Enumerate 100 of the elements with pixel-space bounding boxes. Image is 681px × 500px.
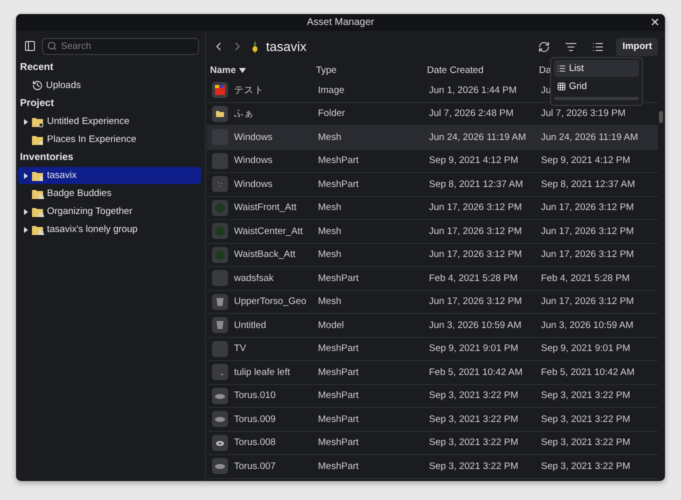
table-row[interactable]: tulip leafe left MeshPart Feb 5, 2021 10:42 AM Feb 5, 2021 10:42 AM	[207, 361, 658, 384]
table-cell-text: Sep 3, 2021 3:22 PM	[541, 437, 632, 448]
asset-name: TV	[234, 343, 246, 354]
table-cell-text: Sep 9, 2021 9:01 PM	[541, 343, 632, 354]
folder-icon	[32, 206, 44, 218]
asset-type: Folder	[318, 108, 346, 120]
scrollbar-thumb[interactable]	[659, 111, 663, 123]
tree-icon	[250, 40, 260, 54]
date-created: Sep 3, 2021 3:22 PM	[429, 414, 520, 425]
table-row[interactable]: TV MeshPart Sep 9, 2021 9:01 PM Sep 9, 2021 9:01 PM	[207, 338, 658, 361]
asset-type: MeshPart	[318, 343, 360, 354]
section-title: Inventories	[19, 151, 74, 165]
sidebar-item[interactable]: Badge Buddies	[18, 185, 201, 202]
table-row[interactable]: Windows MeshPart Sep 8, 2021 12:37 AM Sep 8, 2021 12:37 AM	[207, 173, 658, 196]
sidebar-item[interactable]: Places In Experience	[18, 131, 201, 148]
thumbnail-icon	[212, 270, 228, 286]
close-icon[interactable]	[651, 18, 659, 26]
table-row[interactable]: Torus.008 MeshPart Sep 3, 2021 3:22 PM Sep 3, 2021 3:22 PM	[207, 432, 658, 455]
thumbnail-icon	[212, 388, 228, 404]
thumbnail-icon	[212, 458, 228, 474]
search-field[interactable]: Search	[42, 38, 199, 54]
table-row[interactable]: Windows MeshPart Sep 9, 2021 4:12 PM Sep 9, 2021 4:12 PM	[207, 150, 658, 173]
asset-name: Torus.010	[234, 390, 276, 402]
table-cell-text: Jun 17, 2026 3:12 PM	[541, 296, 635, 308]
sidebar-item[interactable]: Untitled Experience	[18, 113, 201, 130]
date-created: Jul 7, 2026 2:48 PM	[429, 108, 514, 120]
date-created: Sep 3, 2021 3:22 PM	[429, 437, 520, 448]
table-row[interactable]: UpperTorso_Geo Mesh Jun 17, 2026 3:12 PM Jun 17, 2026 3:12 PM	[207, 290, 658, 314]
sidebar-item[interactable]: tasavix	[18, 167, 201, 184]
asset-name: UpperTorso_Geo	[234, 296, 306, 308]
thumbnail-icon	[212, 411, 228, 428]
import-button[interactable]: Import	[616, 38, 658, 56]
thumbnail-icon	[212, 246, 228, 263]
folder-icon	[32, 224, 44, 236]
asset-type: Image	[318, 84, 346, 96]
column-header[interactable]: Name	[210, 65, 316, 76]
asset-name: Windows	[234, 155, 273, 166]
asset-name: wadsfsak	[234, 272, 274, 284]
date-created: Sep 9, 2021 4:12 PM	[429, 155, 520, 166]
date-created: Jun 17, 2026 3:12 PM	[429, 249, 523, 260]
section-title: Recent	[19, 61, 54, 75]
refresh-button[interactable]	[538, 40, 550, 52]
asset-type: MeshPart	[318, 390, 360, 402]
table-row[interactable]: WaistBack_Att Mesh Jun 17, 2026 3:12 PM Jun 17, 2026 3:12 PM	[207, 244, 658, 267]
asset-type: Mesh	[318, 226, 342, 237]
search-icon	[47, 40, 57, 50]
expand-caret-icon[interactable]	[23, 208, 29, 214]
sidebar-item[interactable]: Uploads	[18, 77, 201, 94]
folder-icon	[32, 170, 44, 182]
asset-type: Model	[318, 320, 345, 331]
table-row[interactable]: WaistCenter_Att Mesh Jun 17, 2026 3:12 PM Jun 17, 2026 3:12 PM	[207, 220, 658, 244]
sidebar-item[interactable]: tasavix's lonely group	[18, 221, 201, 238]
expand-caret-icon[interactable]	[23, 172, 29, 178]
table-row[interactable]: Untitled Model Jun 3, 2026 10:59 AM Jun 3, 2026 10:59 AM	[207, 314, 658, 338]
window-title: Asset Manager	[306, 17, 374, 28]
asset-name: Torus.009	[234, 414, 276, 425]
thumbnail-icon	[212, 294, 228, 310]
menu-item[interactable]: List	[554, 60, 639, 77]
menu-item[interactable]: Grid	[554, 78, 639, 96]
asset-type: MeshPart	[318, 155, 360, 166]
asset-name: テスト	[234, 84, 264, 97]
asset-type: MeshPart	[318, 366, 360, 378]
expand-caret-icon[interactable]	[23, 118, 29, 124]
date-created: Feb 4, 2021 5:28 PM	[429, 272, 519, 284]
sidebar-toggle-icon[interactable]	[24, 40, 36, 52]
table-row[interactable]: WaistFront_Att Mesh Jun 17, 2026 3:12 PM Jun 17, 2026 3:12 PM	[207, 196, 658, 220]
table-row[interactable]: Torus.010 MeshPart Sep 3, 2021 3:22 PM Sep 3, 2021 3:22 PM	[207, 384, 658, 408]
asset-type: MeshPart	[318, 414, 360, 425]
date-created: Jun 1, 2026 1:44 PM	[429, 84, 518, 96]
thumbnail-icon	[212, 176, 228, 192]
column-header[interactable]: Type	[316, 65, 427, 76]
sidebar-item[interactable]: Organizing Together	[18, 203, 201, 220]
thumbnail-icon	[212, 223, 228, 240]
asset-name: Untitled	[234, 320, 266, 331]
thumbnail-icon	[212, 106, 228, 122]
asset-type: Mesh	[318, 202, 342, 214]
table-cell-text: Feb 4, 2021 5:28 PM	[541, 272, 631, 284]
asset-name: Windows	[234, 178, 273, 190]
asset-name: WaistFront_Att	[234, 202, 296, 214]
asset-name: Windows	[234, 132, 273, 143]
table-row[interactable]: Windows Mesh Jun 24, 2026 11:19 AM Jun 24, 2026 11:19 AM	[207, 126, 658, 150]
table-row[interactable]: wadsfsak MeshPart Feb 4, 2021 5:28 PM Feb 4, 2021 5:28 PM	[207, 267, 658, 290]
asset-type: Mesh	[318, 132, 342, 143]
column-header[interactable]: Date Created	[427, 65, 539, 76]
table-cell-text: Jun 17, 2026 3:12 PM	[541, 249, 635, 260]
list-icon	[557, 64, 566, 73]
expand-caret-icon[interactable]	[23, 226, 29, 232]
table-cell-text: Jun 17, 2026 3:12 PM	[541, 202, 635, 214]
filter-button[interactable]	[565, 40, 578, 52]
folder-icon	[32, 188, 44, 200]
date-created: Jun 17, 2026 3:12 PM	[429, 296, 523, 308]
asset-type: MeshPart	[318, 460, 360, 472]
asset-name: Torus.008	[234, 437, 276, 448]
asset-name: ふぁ	[234, 107, 254, 120]
table-cell-text: Sep 8, 2021 12:37 AM	[541, 178, 636, 190]
table-row[interactable]: Torus.007 MeshPart Sep 3, 2021 3:22 PM Sep 3, 2021 3:22 PM	[207, 455, 658, 478]
table-row[interactable]: Torus.009 MeshPart Sep 3, 2021 3:22 PM Sep 3, 2021 3:22 PM	[207, 408, 658, 432]
sort-caret-icon	[238, 68, 246, 73]
thumbnail-icon	[212, 317, 228, 334]
date-created: Sep 3, 2021 3:22 PM	[429, 390, 520, 402]
